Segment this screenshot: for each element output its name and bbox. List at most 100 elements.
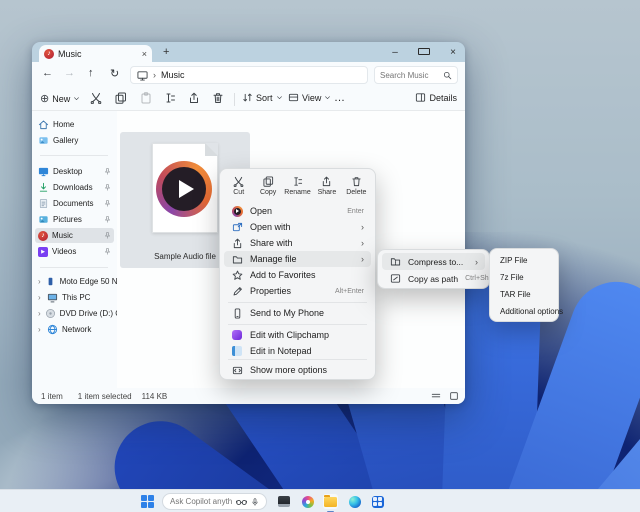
breadcrumb-location[interactable]: Music — [161, 70, 185, 80]
menu-item-add-to-favorites[interactable]: Add to Favorites — [224, 267, 371, 283]
manage-file-submenu: Compress to... › Copy as path Ctrl+Shift… — [377, 249, 490, 289]
new-button[interactable]: ⊕ New — [40, 92, 80, 105]
delete-button[interactable] — [212, 92, 224, 104]
sidebar-item-music[interactable]: ♪ Music — [35, 228, 114, 243]
menu-item-label: Add to Favorites — [250, 270, 364, 280]
sidebar-item-dvd-drive[interactable]: › DVD Drive (D:) CCC — [35, 306, 114, 321]
title-bar[interactable]: ♪ Music × + – × — [32, 42, 465, 62]
expand-chevron-icon[interactable]: › — [38, 309, 41, 318]
sidebar-item-documents[interactable]: Documents — [35, 196, 114, 211]
sidebar-item-network[interactable]: › Network — [35, 322, 114, 337]
submenu-item-copy-as-path[interactable]: Copy as path Ctrl+Shift+C — [382, 270, 485, 287]
menu-item-open[interactable]: Open Enter — [224, 203, 371, 219]
quick-copy-button[interactable]: Copy — [253, 172, 282, 200]
sidebar-item-this-pc[interactable]: › This PC — [35, 290, 114, 305]
taskbar-file-explorer-button[interactable] — [323, 494, 338, 509]
details-view-toggle[interactable] — [431, 391, 441, 401]
menu-shortcut: Enter — [347, 208, 364, 215]
quick-actions-row: Cut Copy Rename Share Delete — [224, 172, 371, 200]
expand-chevron-icon[interactable]: › — [38, 293, 43, 302]
quick-share-button[interactable]: Share — [312, 172, 341, 200]
search-box[interactable] — [374, 66, 458, 84]
copy-button[interactable] — [115, 92, 127, 104]
network-icon — [47, 324, 58, 335]
menu-item-label: Open — [250, 206, 340, 216]
taskbar-photos-button[interactable] — [300, 494, 315, 509]
share-button[interactable] — [188, 92, 200, 104]
start-button[interactable] — [141, 495, 154, 508]
quick-delete-button[interactable]: Delete — [342, 172, 371, 200]
sidebar-item-moto-edge[interactable]: › Moto Edge 50 Neo — [35, 274, 114, 289]
menu-item-send-to-my-phone[interactable]: Send to My Phone — [224, 305, 371, 321]
sort-button[interactable]: Sort — [242, 92, 283, 103]
desktop-icon — [38, 166, 49, 177]
command-toolbar: ⊕ New — [32, 88, 465, 111]
menu-item-show-more-options[interactable]: Show more options — [224, 362, 371, 378]
sidebar-item-videos[interactable]: ▶ Videos — [35, 244, 114, 259]
sidebar-item-pictures[interactable]: Pictures — [35, 212, 114, 227]
cut-button[interactable] — [90, 92, 102, 104]
expand-chevron-icon[interactable]: › — [38, 277, 41, 286]
new-tab-button[interactable]: + — [163, 46, 169, 58]
submenu-item-zip-file[interactable]: ZIP File — [494, 252, 554, 269]
microphone-icon[interactable] — [251, 497, 259, 507]
cut-icon — [233, 176, 244, 187]
forward-button[interactable]: → — [64, 67, 75, 79]
delete-icon — [351, 176, 362, 187]
taskbar-search[interactable] — [162, 493, 267, 510]
up-button[interactable]: ↑ — [88, 67, 94, 79]
taskbar-store-button[interactable] — [370, 494, 385, 509]
explorer-tab-music[interactable]: ♪ Music × — [39, 45, 152, 62]
sort-label: Sort — [256, 93, 273, 103]
rename-button[interactable] — [164, 92, 176, 104]
menu-item-manage-file[interactable]: Manage file › — [224, 251, 371, 267]
menu-item-properties[interactable]: Properties Alt+Enter — [224, 283, 371, 299]
compress-to-submenu: ZIP File 7z File TAR File Additional opt… — [489, 248, 559, 322]
menu-item-open-with[interactable]: Open with › — [224, 219, 371, 235]
refresh-button[interactable]: ↻ — [110, 67, 119, 80]
paste-icon — [140, 92, 152, 104]
search-input[interactable] — [380, 71, 443, 80]
submenu-item-7z-file[interactable]: 7z File — [494, 269, 554, 286]
thumbnail-view-toggle[interactable] — [449, 391, 459, 401]
quick-action-label: Rename — [284, 189, 310, 196]
menu-item-edit-with-clipchamp[interactable]: Edit with Clipchamp — [224, 327, 371, 343]
menu-item-share-with[interactable]: Share with › — [224, 235, 371, 251]
sidebar-item-gallery[interactable]: Gallery — [35, 133, 114, 148]
details-button[interactable]: Details — [415, 92, 457, 103]
close-button[interactable]: × — [447, 47, 459, 58]
quick-rename-button[interactable]: Rename — [283, 172, 312, 200]
maximize-button[interactable] — [418, 47, 430, 58]
file-explorer-icon — [324, 497, 337, 507]
menu-item-label: Properties — [250, 286, 328, 296]
submenu-item-tar-file[interactable]: TAR File — [494, 286, 554, 303]
tab-close-icon[interactable]: × — [142, 49, 147, 59]
menu-item-edit-in-notepad[interactable]: Edit in Notepad — [224, 343, 371, 359]
expand-chevron-icon[interactable]: › — [38, 325, 43, 334]
share-icon — [321, 176, 332, 187]
menu-item-label: 7z File — [500, 273, 548, 282]
sidebar-divider — [40, 267, 108, 268]
view-button[interactable]: View — [288, 92, 331, 103]
selection-count: 1 item selected — [78, 392, 132, 401]
copilot-search-input[interactable] — [170, 497, 232, 506]
rename-icon — [164, 92, 176, 104]
dvd-drive-icon — [45, 308, 56, 319]
submenu-item-compress-to[interactable]: Compress to... › — [382, 253, 485, 270]
taskbar-edge-button[interactable] — [347, 494, 362, 509]
see-more-button[interactable]: … — [334, 92, 345, 104]
taskbar-task-view-button[interactable] — [276, 494, 291, 509]
sidebar-item-desktop[interactable]: Desktop — [35, 164, 114, 179]
menu-item-label: TAR File — [500, 290, 548, 299]
sidebar-divider — [40, 155, 108, 156]
submenu-item-additional-options[interactable]: Additional options — [494, 303, 554, 320]
sidebar-item-home[interactable]: Home — [35, 117, 114, 132]
quick-cut-button[interactable]: Cut — [224, 172, 253, 200]
paste-button[interactable] — [140, 92, 152, 104]
minimize-button[interactable]: – — [389, 47, 401, 58]
sidebar-item-downloads[interactable]: Downloads — [35, 180, 114, 195]
address-bar[interactable]: › Music — [130, 66, 368, 84]
back-button[interactable]: ← — [42, 67, 53, 79]
delete-icon — [212, 92, 224, 104]
task-view-icon — [278, 496, 290, 507]
